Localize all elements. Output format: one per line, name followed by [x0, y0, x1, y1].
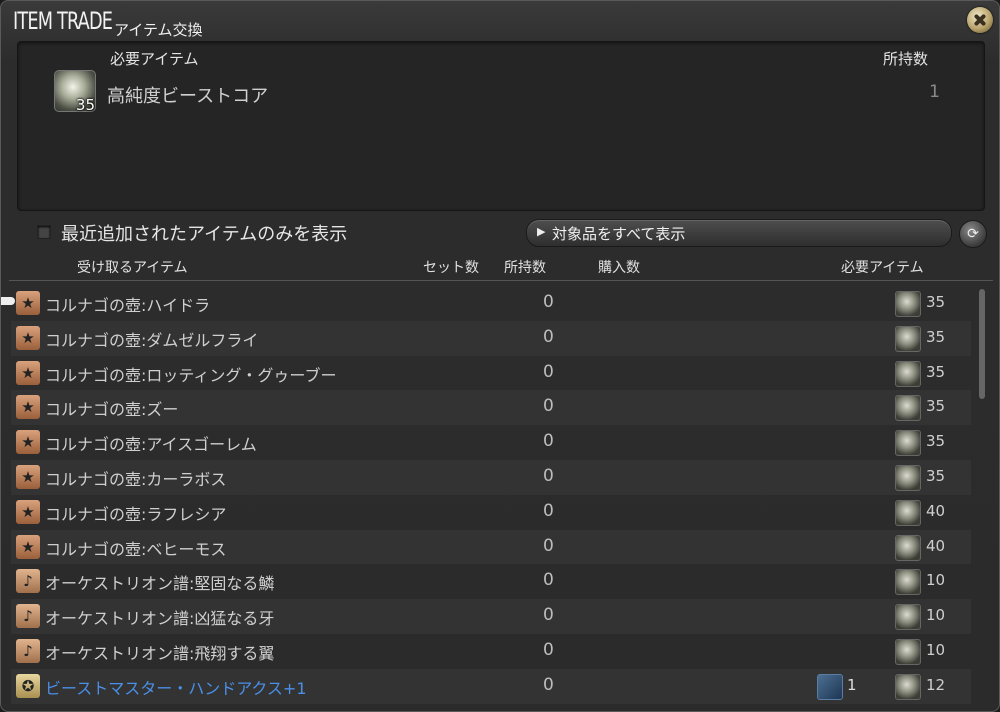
trade-item-cost: 40	[926, 501, 946, 520]
trade-item-cost: 10	[926, 571, 946, 590]
trade-item-owned: 0	[543, 500, 554, 521]
trade-row[interactable]: ★ コルナゴの壺:ズー 0 35	[11, 390, 971, 426]
trade-item-owned: 0	[543, 639, 554, 660]
star-icon: ★	[16, 430, 40, 455]
trade-item-name: オーケストリオン譜:飛翔する翼	[45, 643, 275, 663]
trade-row[interactable]: ★ コルナゴの壺:カーラボス 0 35	[11, 459, 971, 495]
recent-only-checkbox[interactable]	[37, 225, 51, 239]
star-icon: ★	[16, 360, 40, 385]
trade-item-name: コルナゴの壺:ダムゼルフライ	[45, 330, 259, 350]
trade-item-owned: 0	[543, 326, 554, 347]
trade-row[interactable]: ★ コルナゴの壺:ロッティング・グゥーブー 0 35	[11, 356, 971, 391]
refresh-icon[interactable]: ⟳	[959, 220, 987, 248]
star-icon: ★	[16, 464, 40, 489]
beast-core-icon	[895, 430, 921, 457]
recent-only-label[interactable]: 最近追加されたアイテムのみを表示	[61, 220, 347, 246]
trade-item-name: コルナゴの壺:ハイドラ	[45, 296, 211, 315]
beast-core-icon	[895, 499, 921, 526]
col-required-item: 必要アイテム	[841, 260, 924, 276]
show-all-label: 対象品をすべて表示	[552, 225, 686, 243]
trade-item-owned: 0	[543, 361, 554, 382]
trade-item-cost: 35	[926, 327, 946, 346]
star-icon: ★	[16, 325, 40, 350]
trade-item-cost: 35	[926, 466, 946, 485]
trade-row[interactable]: ✪ ビーストマスター・ハンドアクス+1 0 1 12	[11, 668, 971, 704]
header-divider	[9, 280, 993, 281]
beast-core-icon	[895, 534, 921, 561]
trade-item-cost: 40	[926, 536, 946, 555]
col-purchase: 購入数	[598, 260, 640, 276]
show-all-button[interactable]: ▶ 対象品をすべて表示	[526, 219, 952, 247]
trade-item-cost: 35	[926, 293, 946, 311]
trade-item-cost: 10	[926, 606, 946, 625]
col-receive-item: 受け取るアイテム	[77, 260, 188, 276]
beast-core-icon	[895, 604, 921, 631]
trade-row[interactable]: ♪ オーケストリオン譜:凶猛なる牙 0 10	[11, 599, 971, 634]
music-note-icon: ♪	[16, 569, 40, 594]
trade-item-owned: 0	[543, 292, 554, 312]
trade-item-name: オーケストリオン譜:凶猛なる牙	[45, 609, 275, 629]
trade-item-name: オーケストリオン譜:堅固なる鱗	[45, 574, 275, 594]
star-icon: ★	[16, 534, 40, 559]
trade-item-name: コルナゴの壺:アイスゴーレム	[45, 435, 257, 455]
close-button[interactable]	[967, 7, 993, 33]
trade-item-cost: 12	[926, 675, 946, 694]
required-item-name: 高純度ビーストコア	[107, 86, 269, 107]
trade-item-name: ビーストマスター・ハンドアクス+1	[45, 678, 307, 698]
trade-item-cost: 10	[926, 640, 946, 659]
col-set-count: セット数	[423, 260, 479, 276]
trade-item-name: コルナゴの壺:カーラボス	[45, 469, 227, 489]
trade-item-name: コルナゴの壺:ズー	[45, 400, 179, 420]
beast-core-icon	[895, 325, 921, 352]
required-item-qty: 35	[75, 96, 95, 114]
trade-row[interactable]: ★ コルナゴの壺:ラフレシア 0 40	[11, 495, 971, 530]
trade-item-list: ★ コルナゴの壺:ハイドラ 0 35 ★ コルナゴの壺:ダムゼルフライ 0 35…	[11, 286, 971, 704]
trade-row[interactable]: ★ コルナゴの壺:アイスゴーレム 0 35	[11, 425, 971, 460]
beast-core-icon	[895, 360, 921, 387]
required-item-owned: 1	[929, 82, 940, 102]
trade-row[interactable]: ★ コルナゴの壺:ダムゼルフライ 0 35	[11, 320, 971, 356]
beast-core-icon[interactable]: 35	[54, 70, 96, 114]
trade-item-cost: 35	[926, 362, 946, 381]
beast-core-icon	[895, 569, 921, 596]
window-title: ITEM TRADE	[13, 7, 113, 35]
gear-emblem-icon: ✪	[16, 673, 40, 698]
star-icon: ★	[16, 291, 40, 315]
music-note-icon: ♪	[16, 638, 40, 663]
beast-core-icon	[895, 673, 921, 700]
trade-item-owned: 0	[543, 570, 554, 591]
trade-item-owned: 0	[543, 535, 554, 556]
trade-item-cost: 35	[926, 397, 946, 416]
play-arrow-icon: ▶	[537, 225, 546, 238]
trade-item-owned: 0	[543, 431, 554, 452]
beast-core-icon	[895, 638, 921, 665]
beast-core-icon	[895, 395, 921, 422]
trade-row[interactable]: ♪ オーケストリオン譜:飛翔する翼 0 10	[11, 634, 971, 669]
star-icon: ★	[16, 499, 40, 524]
trade-item-owned: 0	[543, 465, 554, 486]
beast-core-icon	[895, 464, 921, 491]
required-item-header: 必要アイテム	[110, 50, 199, 68]
trade-item-name: コルナゴの壺:ロッティング・グゥーブー	[45, 365, 337, 385]
required-gear-count: 1	[847, 675, 857, 694]
trade-item-name: コルナゴの壺:ラフレシア	[45, 504, 227, 524]
item-trade-window: ITEM TRADE アイテム交換 必要アイテム 所持数 35 高純度ビーストコ…	[0, 0, 1000, 712]
trade-row[interactable]: ★ コルナゴの壺:ハイドラ 0 35	[11, 286, 971, 321]
required-owned-header: 所持数	[882, 50, 928, 68]
required-gear-icon	[817, 673, 843, 700]
trade-item-owned: 0	[543, 605, 554, 626]
trade-row[interactable]: ★ コルナゴの壺:ベヒーモス 0 40	[11, 529, 971, 565]
required-item-panel: 必要アイテム 所持数 35 高純度ビーストコア 1	[17, 41, 985, 211]
window-subtitle: アイテム交換	[114, 21, 203, 39]
trade-item-owned: 0	[543, 396, 554, 417]
trade-item-name: コルナゴの壺:ベヒーモス	[45, 539, 227, 559]
trade-row[interactable]: ♪ オーケストリオン譜:堅固なる鱗 0 10	[11, 564, 971, 599]
beast-core-icon	[895, 291, 921, 317]
trade-item-cost: 35	[926, 432, 946, 451]
col-owned: 所持数	[504, 260, 546, 276]
star-icon: ★	[16, 395, 40, 420]
list-scrollbar[interactable]	[979, 289, 985, 399]
trade-item-owned: 0	[543, 674, 554, 695]
music-note-icon: ♪	[16, 604, 40, 629]
